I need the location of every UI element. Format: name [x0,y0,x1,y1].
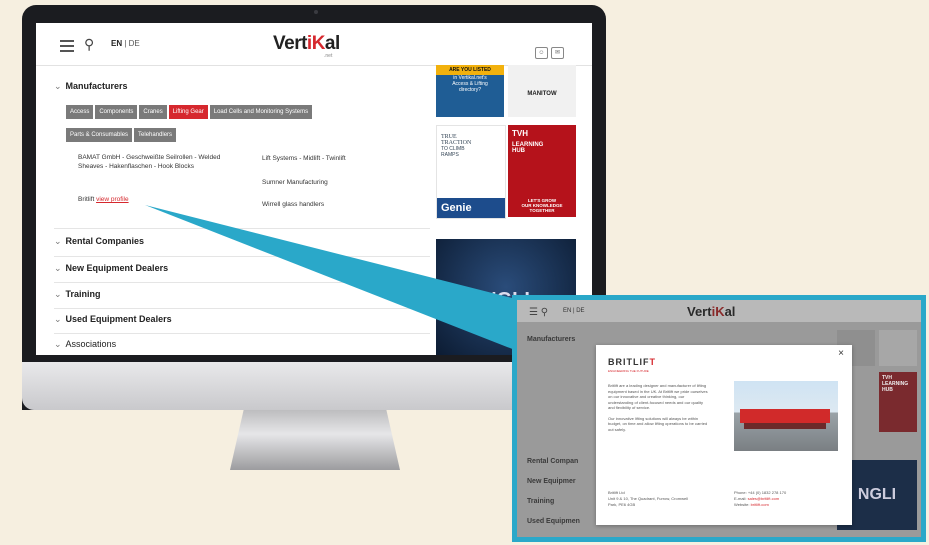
section-rental-companies[interactable]: ⌄ Rental Companies [54,236,144,247]
britlift-tagline: ENGINEERING THE FUTURE [608,369,649,373]
lang-de-link[interactable]: DE [129,39,140,48]
zoom-section: Manufacturers [527,336,576,343]
tag-load-cells[interactable]: Load Cells and Monitoring Systems [209,105,313,119]
ad-directory-listing[interactable]: ARE YOU LISTED in Vertikal.net's Access &… [436,65,504,117]
email-link[interactable]: sales@britlift.com [748,496,780,501]
company-address: Britlift Ltd Unit 9 & 10, The Quadrant, … [608,490,688,507]
zoom-ad-tvh: TVH LEARNING HUB [879,372,917,432]
company-contacts: Phone: +44 (0) 1832 278 170 E-mail: sale… [734,490,787,507]
website-link[interactable]: britlift.com [751,502,769,507]
ad-tvh-learning-hub[interactable]: TVH LEARNING HUB LET'S GROW OUR KNOWLEDGE… [508,125,576,217]
list-item[interactable]: Wirrell glass handlers [262,200,324,209]
divider [54,256,430,257]
list-item[interactable]: BAMAT GmbH - Geschweißte Seilrollen - We… [78,153,238,171]
logo-suffix: .net [324,53,333,59]
zoom-screen: ☰ ⚲ EN | DE VertiKal Manufacturers Renta… [517,300,921,537]
site-logo[interactable]: VertiKal [273,33,340,55]
divider [54,308,430,309]
camera-dot [314,10,318,14]
section-new-equipment-dealers[interactable]: ⌄ New Equipment Dealers [54,263,168,274]
tag-components[interactable]: Components [95,105,138,119]
list-item[interactable]: Sumner Manufacturing [262,178,328,187]
zoom-section: New Equipmer [527,478,576,485]
zoom-section: Training [527,498,555,505]
menu-icon[interactable]: ☰ ⚲ [529,307,548,318]
section-used-equipment-dealers[interactable]: ⌄ Used Equipment Dealers [54,314,172,325]
company-description: Britlift are a leading designer and manu… [608,383,708,432]
divider [54,333,430,334]
zoom-logo: VertiKal [687,304,736,319]
site-header: ⚲ EN | DE VertiKal .net ☺ ✉ [36,23,592,66]
genie-logo: Genie [437,198,505,218]
section-manufacturers[interactable]: ⌄ Manufacturers [54,81,128,92]
view-profile-link[interactable]: view profile [96,196,129,203]
tag-cranes[interactable]: Cranes [139,105,167,119]
lang-en-link[interactable]: EN [111,39,122,48]
browser-screen: ⚲ EN | DE VertiKal .net ☺ ✉ ⌄ Manufacturer… [36,23,592,355]
zoom-inset: ☰ ⚲ EN | DE VertiKal Manufacturers Renta… [512,295,926,542]
close-icon[interactable]: × [838,348,844,359]
company-photo [734,381,838,451]
list-item-britlift: Britlift view profile [78,196,129,203]
divider [54,282,430,283]
zoom-language: EN | DE [563,308,585,314]
zoom-header: ☰ ⚲ EN | DE VertiKal [517,300,921,322]
category-tags: Access Components Cranes Lifting Gear Load C… [66,100,406,146]
search-icon[interactable]: ⚲ [84,36,94,53]
section-training[interactable]: ⌄ Training [54,289,101,300]
zoom-section: Used Equipmen [527,518,580,525]
zoom-section: Rental Compan [527,458,579,465]
header-icons: ☺ ✉ [532,41,564,59]
list-item[interactable]: Lift Systems - Midlift - Twinlift [262,154,346,163]
britlift-logo: BRITLIFT [608,357,656,367]
britlift-profile-modal: × BRITLIFT ENGINEERING THE FUTURE Britli… [596,345,852,525]
mail-icon[interactable]: ✉ [551,47,564,59]
tag-lifting-gear[interactable]: Lifting Gear [168,105,208,119]
tag-telehandlers[interactable]: Telehandlers [134,128,177,142]
tag-access[interactable]: Access [66,105,94,119]
ad-genie[interactable]: TRUE TRACTION TO CLIMB RAMPS Genie [436,125,506,219]
menu-icon[interactable] [60,40,74,55]
tag-parts-consumables[interactable]: Parts & Consumables [66,128,133,142]
user-icon[interactable]: ☺ [535,47,548,59]
section-associations[interactable]: ⌄ Associations [54,339,116,350]
language-switcher: EN | DE [111,39,140,48]
monitor-stand [230,410,400,470]
divider [54,228,430,229]
ad-manitowoc[interactable]: MANITOW [508,65,576,117]
zoom-ad [879,330,917,366]
